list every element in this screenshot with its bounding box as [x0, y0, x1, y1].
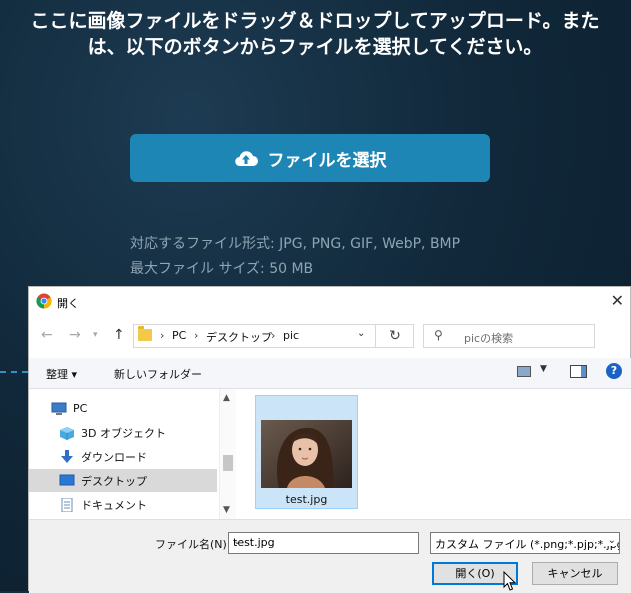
download-icon — [61, 449, 73, 463]
dialog-footer: ファイル名(N): test.jpg ⌄ カスタム ファイル (*.png;*.… — [29, 519, 631, 593]
breadcrumb-pc[interactable]: PC — [172, 329, 186, 342]
dialog-titlebar: 開く ✕ — [29, 287, 631, 317]
refresh-icon[interactable]: ↻ — [375, 324, 414, 348]
breadcrumb-pic[interactable]: pic — [283, 329, 299, 342]
address-dropdown-icon[interactable]: ⌄ — [357, 328, 365, 339]
dialog-title: 開く — [57, 297, 79, 310]
sidebar-item-label: デスクトップ — [81, 474, 147, 488]
folder-icon — [138, 326, 152, 341]
file-name-dropdown-icon[interactable]: ⌄ — [233, 536, 414, 547]
organize-menu[interactable]: 整理 ▾ — [46, 366, 77, 382]
navigation-pane: PC 3D オブジェクト ダウンロード デスクトップ ドキュメント — [29, 389, 217, 519]
breadcrumb-separator: › — [271, 329, 276, 342]
search-box[interactable]: ⚲ picの検索 — [423, 324, 595, 348]
up-arrow-icon[interactable]: ↑ — [113, 327, 125, 343]
sidebar-item-3d-objects[interactable]: 3D オブジェクト — [29, 421, 217, 444]
drop-zone-border — [0, 371, 28, 373]
cancel-button[interactable]: キャンセル — [532, 562, 618, 585]
3d-objects-icon — [60, 426, 74, 440]
close-icon[interactable]: ✕ — [611, 291, 624, 310]
file-type-dropdown-icon[interactable]: ⌄ — [605, 535, 616, 546]
file-item[interactable]: test.jpg — [255, 395, 358, 509]
file-name-label: ファイル名(N): — [155, 538, 231, 551]
scroll-down-icon[interactable]: ▼ — [223, 505, 230, 515]
sidebar-item-label: ドキュメント — [81, 498, 147, 512]
preview-pane-icon[interactable] — [570, 365, 587, 378]
file-type-value: カスタム ファイル (*.png;*.pjp;*.jpg — [435, 538, 620, 551]
help-icon[interactable]: ? — [606, 363, 622, 379]
recent-locations-icon[interactable]: ▾ — [93, 330, 98, 340]
file-name-input[interactable]: test.jpg ⌄ — [228, 532, 419, 554]
sidebar-item-label: ダウンロード — [81, 450, 147, 464]
upload-instructions: ここに画像ファイルをドラッグ＆ドロップしてアップロード。または、以下のボタンから… — [30, 10, 600, 58]
select-file-button[interactable]: ファイルを選択 — [130, 134, 490, 182]
sidebar-item-desktop[interactable]: デスクトップ — [29, 469, 217, 492]
breadcrumb-separator: › — [160, 329, 165, 342]
image-thumbnail — [261, 420, 352, 488]
sidebar-item-pc[interactable]: PC — [29, 397, 217, 420]
navigation-scrollbar[interactable]: ▲ ▼ — [219, 389, 236, 519]
scroll-up-icon[interactable]: ▲ — [223, 393, 230, 403]
forward-arrow-icon[interactable]: → — [69, 327, 81, 343]
view-dropdown-icon[interactable]: ▼ — [540, 364, 547, 374]
select-file-label: ファイルを選択 — [267, 150, 387, 171]
view-options-icon[interactable] — [517, 366, 531, 377]
sidebar-item-label: 3D オブジェクト — [81, 426, 166, 440]
back-arrow-icon[interactable]: ← — [41, 327, 53, 343]
document-icon — [61, 497, 73, 512]
breadcrumb-desktop[interactable]: デスクトップ — [206, 329, 272, 345]
address-bar[interactable]: › PC › デスクトップ › pic ⌄ ↻ — [133, 324, 414, 348]
new-folder-button[interactable]: 新しいフォルダー — [114, 366, 202, 382]
scrollbar-thumb[interactable] — [223, 455, 233, 471]
cloud-upload-icon — [234, 149, 258, 167]
sidebar-item-documents[interactable]: ドキュメント — [29, 493, 217, 516]
command-toolbar: 整理 ▾ 新しいフォルダー ▼ ? — [29, 358, 631, 389]
supported-formats-info: 対応するファイル形式: JPG, PNG, GIF, WebP, BMP 最大フ… — [130, 232, 460, 282]
search-icon: ⚲ — [434, 328, 443, 342]
search-placeholder: picの検索 — [464, 332, 514, 345]
chrome-icon — [36, 293, 52, 309]
desktop-icon — [59, 474, 75, 485]
sidebar-item-label: PC — [73, 402, 88, 415]
file-list: test.jpg — [237, 389, 631, 519]
navigation-bar: ← → ▾ ↑ › PC › デスクトップ › pic ⌄ ↻ ⚲ picの検索 — [29, 317, 631, 353]
file-type-select[interactable]: カスタム ファイル (*.png;*.pjp;*.jpg ⌄ — [430, 532, 620, 554]
open-file-dialog: 開く ✕ ← → ▾ ↑ › PC › デスクトップ › pic ⌄ ↻ ⚲ p… — [28, 286, 631, 593]
supported-formats-text: 対応するファイル形式: JPG, PNG, GIF, WebP, BMP — [130, 236, 461, 252]
sidebar-item-downloads[interactable]: ダウンロード — [29, 445, 217, 468]
breadcrumb-separator: › — [194, 329, 199, 342]
max-size-text: 最大ファイル サイズ: 50 MB — [130, 261, 314, 277]
pc-icon — [51, 402, 67, 415]
file-name: test.jpg — [285, 493, 328, 506]
mouse-cursor-icon — [503, 571, 517, 591]
